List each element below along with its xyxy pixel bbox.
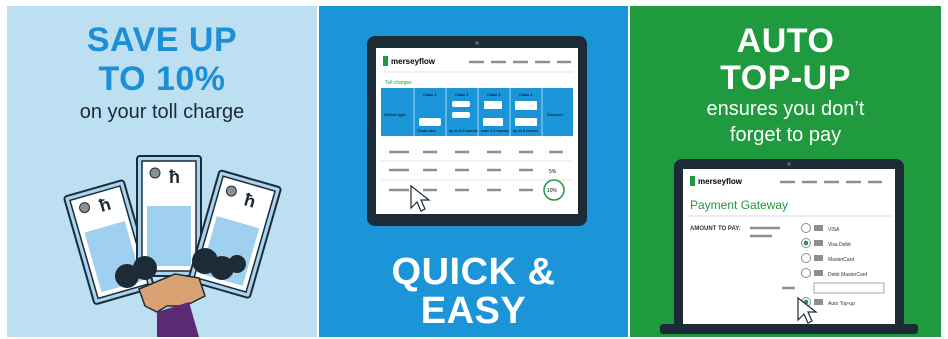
- option-debit-mastercard: Debit MasterCard: [828, 272, 867, 278]
- promo-banner: SAVE UP TO 10% on your toll charge ħ ħ ħ…: [0, 0, 948, 339]
- discount-value-10: 10%: [547, 188, 558, 194]
- row-label-4: up to 8 tonnes: [513, 128, 538, 133]
- col-class-2: Class 2: [455, 92, 469, 97]
- banknotes-illustration: ħ ħ ħ: [63, 155, 282, 337]
- option-visa: VISA: [828, 227, 840, 233]
- row-label-3: over 3.5 tonnes: [481, 128, 509, 133]
- laptop-illustration: merseyflow Payment Gateway AMOUNT TO PAY…: [660, 159, 918, 334]
- row-label-2: up to 3.5 tonnes: [449, 128, 478, 133]
- amount-to-pay-label: AMOUNT TO PAY:: [690, 226, 741, 232]
- currency-symbol-middle: ħ: [169, 167, 180, 187]
- quick-headline-line2: EASY: [420, 290, 527, 332]
- tablet-illustration: merseyflow Toll charges Vehicle type Cla…: [367, 36, 587, 226]
- col-class-4: Class 4: [519, 92, 533, 97]
- col-discount: Discount: [547, 112, 563, 117]
- row-label-1: Small cars: [417, 128, 436, 133]
- option-visa-debit: Visa Debit: [828, 242, 851, 248]
- autotopup-panel: AUTO TOP-UP ensures you don’t forget to …: [630, 6, 941, 337]
- tablet-brand-logo: merseyflow: [391, 57, 436, 66]
- col-vehicle-type: Vehicle type: [384, 112, 406, 117]
- savings-panel: SAVE UP TO 10% on your toll charge ħ ħ ħ: [7, 6, 317, 337]
- discount-value-5: 5%: [549, 169, 557, 175]
- option-mastercard: MasterCard: [828, 257, 854, 263]
- laptop-brand-logo: merseyflow: [698, 177, 743, 186]
- amount-input-box: [813, 282, 885, 294]
- col-class-1: Class 1: [423, 92, 437, 97]
- option-auto-topup: Auto Top-up: [828, 301, 855, 307]
- quick-easy-panel: merseyflow Toll charges Vehicle type Cla…: [319, 6, 628, 337]
- toll-charges-title: Toll charges: [385, 80, 412, 86]
- payment-gateway-title: Payment Gateway: [690, 198, 788, 212]
- quick-headline-line1: QUICK &: [391, 251, 556, 293]
- col-class-3: Class 3: [487, 92, 501, 97]
